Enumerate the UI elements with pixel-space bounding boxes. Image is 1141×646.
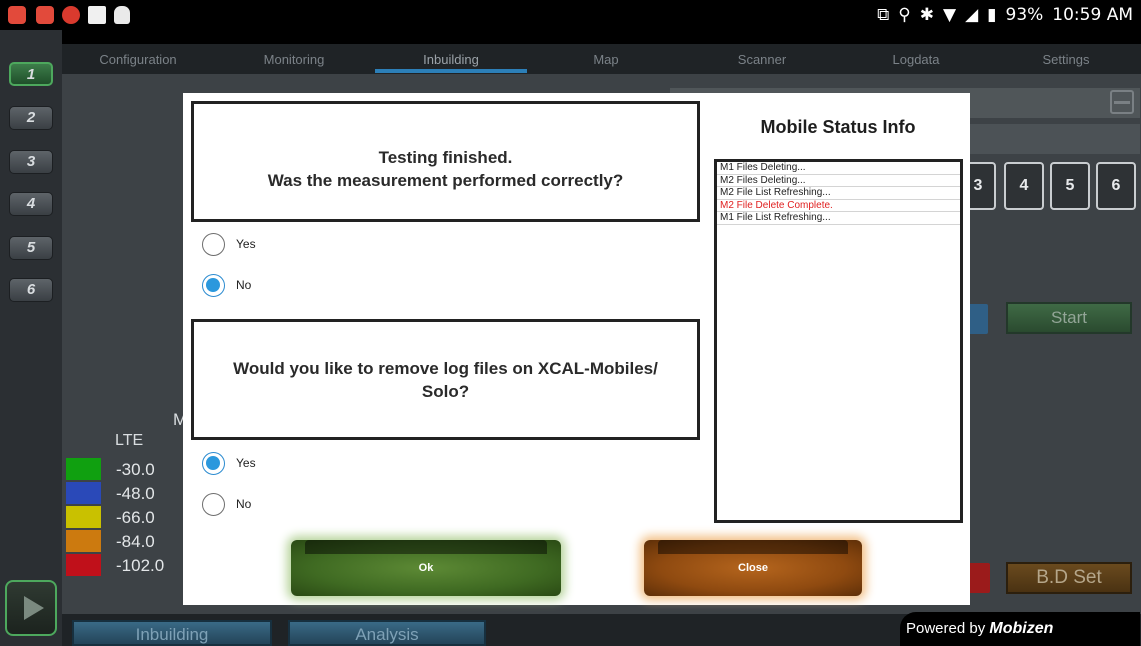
battery-icon: ▮ — [987, 5, 997, 25]
radio-measurement-no[interactable]: No — [202, 273, 251, 297]
radio-button-selected[interactable] — [202, 273, 225, 297]
rail-button-3[interactable]: 3 — [9, 150, 53, 174]
ok-button[interactable]: Ok — [291, 540, 561, 596]
radio-button-selected[interactable] — [202, 451, 225, 475]
radio-button[interactable] — [202, 232, 225, 256]
square-notification-icon — [88, 6, 106, 24]
play-button[interactable] — [5, 580, 57, 636]
legend-item: -66.0 — [66, 506, 196, 529]
close-button[interactable]: Close — [644, 540, 862, 596]
radio-button[interactable] — [202, 492, 225, 516]
question-measurement-box: Testing finished. Was the measurement pe… — [191, 101, 700, 222]
radio-measurement-yes[interactable]: Yes — [202, 232, 256, 256]
status-log-entry: M2 File Delete Complete. — [717, 200, 960, 212]
tab-configuration[interactable]: Configuration — [62, 44, 214, 74]
legend-swatch — [66, 554, 101, 576]
mobile-button-4[interactable]: 4 — [1004, 162, 1044, 210]
radio-remove-yes[interactable]: Yes — [202, 451, 256, 475]
legend-value: -66.0 — [116, 508, 155, 527]
rail-button-1[interactable]: 1 — [9, 62, 53, 86]
status-panel-title: Mobile Status Info — [760, 117, 916, 137]
tab-monitoring[interactable]: Monitoring — [218, 44, 370, 74]
status-log-entry: M1 Files Deleting... — [717, 162, 960, 175]
status-bar: ⧉ ⚲ ✱ ▼ ◢ ▮ 93% 10:59 AM — [0, 0, 1141, 30]
legend-item: -30.0 — [66, 458, 196, 481]
question-remove-logs: Would you like to remove log files on XC… — [233, 358, 658, 401]
legend-item: -84.0 — [66, 530, 196, 553]
rail-button-4[interactable]: 4 — [9, 192, 53, 216]
location-icon: ⚲ — [898, 5, 911, 25]
cell-signal-icon: ◢ — [965, 5, 979, 25]
bluetooth-icon: ✱ — [919, 5, 934, 25]
mobizen-app-icon — [8, 6, 26, 24]
legend-value: -30.0 — [116, 460, 155, 479]
cast-icon: ⧉ — [877, 5, 890, 25]
bottom-tab-inbuilding[interactable]: Inbuilding — [72, 620, 272, 646]
close-button-label: Close — [738, 562, 768, 574]
battery-percentage: 93% — [1005, 5, 1044, 25]
tab-map[interactable]: Map — [530, 44, 682, 74]
radio-label: No — [236, 278, 252, 292]
mobizen-app-icon-2 — [36, 6, 54, 24]
legend-item: -102.0 — [66, 554, 196, 577]
signal-app-icon — [62, 6, 80, 24]
legend-value: -48.0 — [116, 484, 155, 503]
question-line-2: Was the measurement performed correctly? — [267, 170, 624, 190]
bottom-tab-analysis[interactable]: Analysis — [288, 620, 486, 646]
question-remove-logs-box: Would you like to remove log files on XC… — [191, 319, 700, 440]
mobile-button-6[interactable]: 6 — [1096, 162, 1136, 210]
legend-value: -102.0 — [116, 556, 165, 575]
legend-value: -84.0 — [116, 532, 155, 551]
mobizen-logo: Mobizen — [989, 620, 1054, 637]
background-red-button-stub — [968, 563, 990, 593]
legend-swatch — [66, 482, 101, 504]
radio-label: No — [236, 497, 252, 511]
status-log-entry: M1 File List Refreshing... — [717, 212, 960, 225]
tab-logdata[interactable]: Logdata — [840, 44, 992, 74]
status-log-entry: M2 File List Refreshing... — [717, 187, 960, 200]
legend-swatch — [66, 458, 101, 480]
wifi-icon: ▼ — [942, 5, 957, 25]
active-tab-indicator — [375, 69, 527, 73]
mobile-button-5[interactable]: 5 — [1050, 162, 1090, 210]
collapse-icon[interactable] — [1110, 90, 1134, 114]
radio-remove-no[interactable]: No — [202, 492, 251, 516]
question-line-1: Testing finished. — [378, 147, 513, 167]
test-finished-dialog: Testing finished. Was the measurement pe… — [183, 93, 970, 605]
ok-button-label: Ok — [418, 562, 434, 574]
tab-scanner[interactable]: Scanner — [686, 44, 838, 74]
legend-title: LTE — [115, 432, 144, 449]
powered-by-text: Powered by — [906, 620, 986, 637]
radio-label: Yes — [236, 237, 256, 251]
start-button[interactable]: Start — [1006, 302, 1132, 334]
legend-swatch — [66, 530, 101, 552]
clock: 10:59 AM — [1052, 5, 1133, 25]
rail-button-2[interactable]: 2 — [9, 106, 53, 130]
status-log-list[interactable]: M1 Files Deleting... M2 Files Deleting..… — [714, 159, 963, 523]
rail-button-5[interactable]: 5 — [9, 236, 53, 260]
bd-set-button[interactable]: B.D Set — [1006, 562, 1132, 594]
powered-by-label: Powered by Mobizen — [900, 612, 1140, 646]
legend-item: -48.0 — [66, 482, 196, 505]
rail-button-6[interactable]: 6 — [9, 278, 53, 302]
background-button-stub — [968, 304, 988, 334]
android-icon — [114, 6, 130, 24]
legend-swatch — [66, 506, 101, 528]
tab-settings[interactable]: Settings — [990, 44, 1141, 74]
status-log-entry: M2 Files Deleting... — [717, 175, 960, 187]
radio-label: Yes — [236, 456, 256, 470]
